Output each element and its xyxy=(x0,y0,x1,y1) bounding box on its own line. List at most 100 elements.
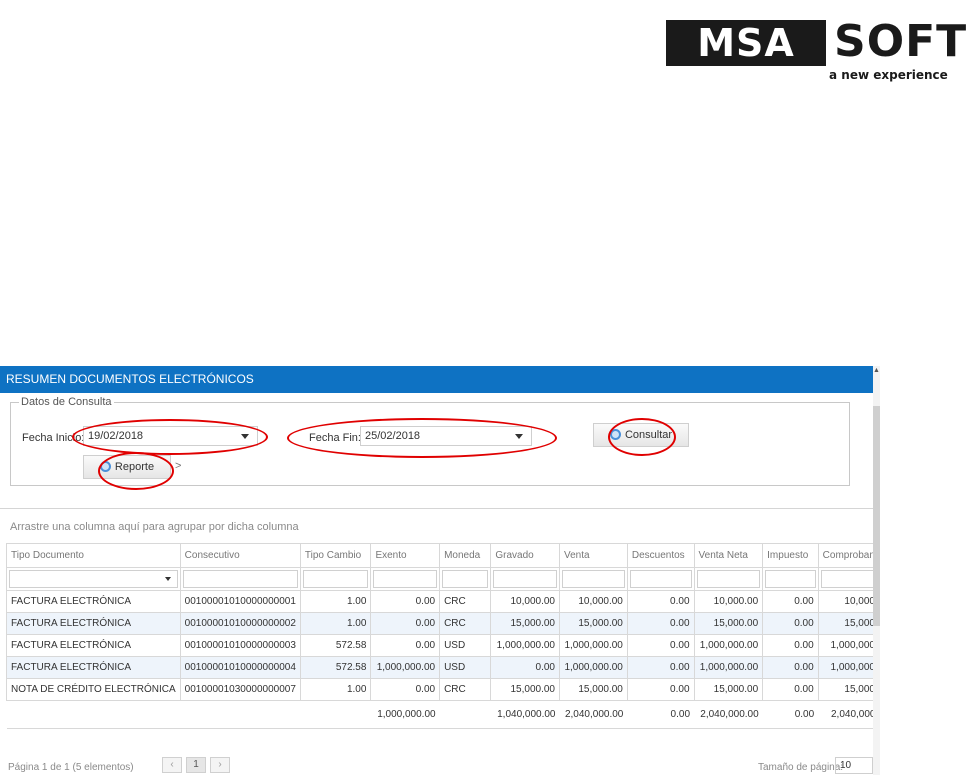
cell: 1,000,000 xyxy=(817,634,881,657)
fecha-inicio-label: Fecha Inicio:* xyxy=(22,432,89,444)
page-size-label: Tamaño de página: xyxy=(758,762,844,773)
cell: USD xyxy=(439,634,492,657)
cell: 1.00 xyxy=(299,590,372,613)
next-page-button[interactable]: › xyxy=(210,757,230,773)
divider xyxy=(0,508,873,509)
pager-info: Página 1 de 1 (5 elementos) xyxy=(8,762,134,773)
reporte-button[interactable]: Reporte xyxy=(83,455,171,479)
total-cell: 1,040,000.00 xyxy=(490,700,560,729)
table-row[interactable]: FACTURA ELECTRÓNICA 00100001010000000001… xyxy=(6,590,881,613)
chevron-down-icon[interactable] xyxy=(164,577,171,581)
cell: 0.00 xyxy=(762,634,819,657)
cell: 0.00 xyxy=(626,590,695,613)
column-header[interactable]: Moneda xyxy=(439,543,492,568)
cell: 1,000,000.00 xyxy=(559,634,628,657)
fecha-inicio-value: 19/02/2018 xyxy=(88,430,144,442)
total-cell xyxy=(180,700,301,729)
column-header[interactable]: Consecutivo xyxy=(179,543,301,568)
cell: 0.00 xyxy=(626,612,695,635)
vertical-scrollbar[interactable]: ▲ xyxy=(873,366,880,775)
totals-row: 1,000,000.00 1,040,000.00 2,040,000.00 0… xyxy=(6,700,880,729)
cell: 15,000.00 xyxy=(559,678,628,701)
resumen-window: RESUMEN DOCUMENTOS ELECTRÓNICOS Datos de… xyxy=(0,366,881,775)
cell: 1,000,000.00 xyxy=(693,634,764,657)
total-cell: 1,000,000.00 xyxy=(370,700,440,729)
cell: 00100001010000000004 xyxy=(179,656,301,679)
cell: 00100001010000000002 xyxy=(179,612,301,635)
moneda-filter[interactable] xyxy=(442,570,489,588)
datos-consulta-legend: Datos de Consulta xyxy=(19,396,114,408)
consecutivo-filter[interactable] xyxy=(182,570,298,588)
total-cell xyxy=(6,700,181,729)
cell: 1,000,000.00 xyxy=(490,634,560,657)
table-row[interactable]: FACTURA ELECTRÓNICA 00100001010000000002… xyxy=(6,612,881,635)
column-header[interactable]: Comproban xyxy=(817,543,881,568)
page-number-button[interactable]: 1 xyxy=(186,757,206,773)
column-header[interactable]: Venta Neta xyxy=(693,543,764,568)
prev-page-button[interactable]: ‹ xyxy=(162,757,182,773)
total-cell: 0.00 xyxy=(762,700,819,729)
fecha-fin-label: Fecha Fin:* xyxy=(309,432,366,444)
column-header[interactable]: Venta xyxy=(559,543,628,568)
venta-neta-filter[interactable] xyxy=(696,570,761,588)
fecha-fin-combo[interactable]: 25/02/2018 xyxy=(360,426,532,446)
impuesto-filter[interactable] xyxy=(765,570,816,588)
column-header[interactable]: Exento xyxy=(370,543,441,568)
cell: NOTA DE CRÉDITO ELECTRÓNICA xyxy=(6,678,181,701)
fecha-inicio-combo[interactable]: 19/02/2018 xyxy=(83,426,258,446)
search-icon xyxy=(99,461,111,472)
consultar-button[interactable]: Consultar xyxy=(593,423,689,447)
cell: 15,000.00 xyxy=(490,678,560,701)
table-row[interactable]: NOTA DE CRÉDITO ELECTRÓNICA 001000010300… xyxy=(6,678,881,701)
cell: 0.00 xyxy=(370,590,441,613)
cell: 15,000.00 xyxy=(559,612,628,635)
cell: 00100001010000000003 xyxy=(179,634,301,657)
cell: 572.58 xyxy=(299,634,372,657)
logo-msa-block: MSA xyxy=(666,20,826,66)
cell: 0.00 xyxy=(762,678,819,701)
chevron-down-icon[interactable] xyxy=(241,434,249,439)
cell: 0.00 xyxy=(490,656,560,679)
scroll-thumb[interactable] xyxy=(873,406,880,626)
cell: 0.00 xyxy=(370,634,441,657)
cell: FACTURA ELECTRÓNICA xyxy=(6,590,181,613)
cell: 1.00 xyxy=(299,612,372,635)
cell: FACTURA ELECTRÓNICA xyxy=(6,612,181,635)
search-icon xyxy=(609,429,621,440)
total-cell xyxy=(439,700,491,729)
logo-tagline: a new experience xyxy=(829,68,948,82)
cell: 572.58 xyxy=(299,656,372,679)
table-row[interactable]: FACTURA ELECTRÓNICA 00100001010000000003… xyxy=(6,634,881,657)
column-header[interactable]: Tipo Documento xyxy=(6,543,181,568)
total-cell: 2,040,000.00 xyxy=(694,700,763,729)
cell: 0.00 xyxy=(626,656,695,679)
scroll-up-arrow-icon[interactable]: ▲ xyxy=(873,366,880,376)
table-row[interactable]: FACTURA ELECTRÓNICA 00100001010000000004… xyxy=(6,656,881,679)
comprobante-filter[interactable] xyxy=(820,570,877,588)
cell: CRC xyxy=(439,612,492,635)
cell: 10,000.00 xyxy=(693,590,764,613)
cell: 0.00 xyxy=(370,678,441,701)
column-header[interactable]: Tipo Cambio xyxy=(299,543,372,568)
exento-filter[interactable] xyxy=(373,570,438,588)
chevron-down-icon[interactable] xyxy=(515,434,523,439)
msa-soft-logo: MSA SOFT a new experience xyxy=(666,14,966,84)
column-header[interactable]: Descuentos xyxy=(626,543,695,568)
tipo-cambio-filter[interactable] xyxy=(302,570,369,588)
column-header[interactable]: Gravado xyxy=(490,543,560,568)
descuentos-filter[interactable] xyxy=(629,570,692,588)
tipo-documento-filter[interactable] xyxy=(9,570,178,588)
cell: USD xyxy=(439,656,492,679)
gravado-filter[interactable] xyxy=(493,570,557,588)
cell: 15,000 xyxy=(817,612,881,635)
cell: 1,000,000 xyxy=(817,656,881,679)
venta-filter[interactable] xyxy=(562,570,625,588)
cell: 1,000,000.00 xyxy=(370,656,441,679)
cell: 15,000.00 xyxy=(490,612,560,635)
cell: FACTURA ELECTRÓNICA xyxy=(6,634,181,657)
cell: 1,000,000.00 xyxy=(559,656,628,679)
page-size-select[interactable]: 10 xyxy=(835,757,873,774)
total-cell: 2,040,000.00 xyxy=(559,700,628,729)
column-header[interactable]: Impuesto xyxy=(762,543,819,568)
cell: 1,000,000.00 xyxy=(693,656,764,679)
